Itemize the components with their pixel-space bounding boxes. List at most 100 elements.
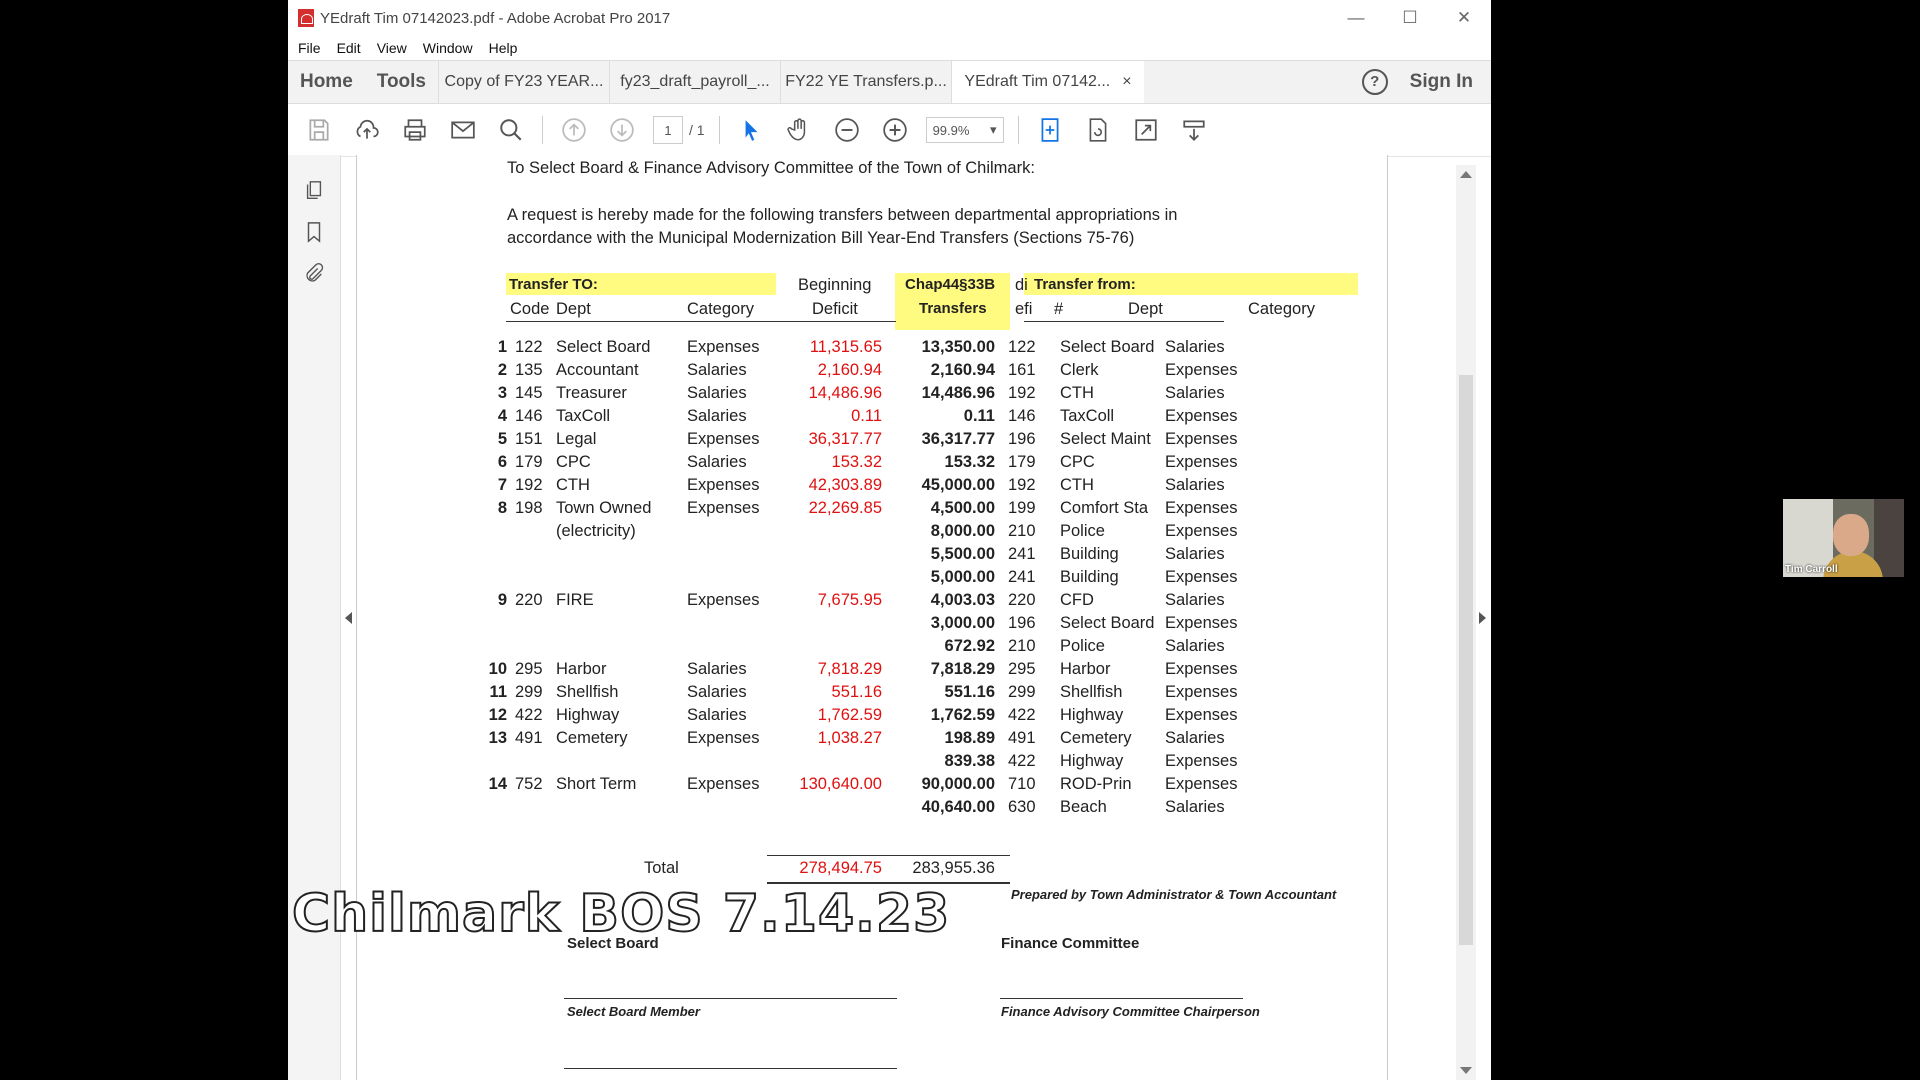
vertical-scrollbar[interactable] bbox=[1456, 165, 1476, 1080]
close-tab-icon[interactable]: × bbox=[1122, 61, 1131, 103]
row-from-category: Salaries bbox=[1165, 384, 1225, 402]
close-window-button[interactable]: ✕ bbox=[1437, 8, 1491, 28]
maximize-button[interactable]: ☐ bbox=[1383, 8, 1437, 28]
save-icon[interactable] bbox=[302, 113, 336, 147]
rotate-icon[interactable] bbox=[1081, 113, 1115, 147]
row-from-number: 179 bbox=[1008, 453, 1036, 471]
row-code: 299 bbox=[515, 683, 543, 701]
row-transfer: 551.16 bbox=[944, 683, 995, 701]
row-transfer: 4,500.00 bbox=[930, 499, 995, 517]
row-from-number: 210 bbox=[1008, 637, 1036, 655]
row-from-dept: CTH bbox=[1060, 384, 1094, 402]
header-code: Code bbox=[510, 300, 550, 318]
row-deficit: 0.11 bbox=[851, 407, 882, 425]
doc-tab[interactable]: fy23_draft_payroll_... bbox=[609, 61, 780, 103]
doc-tab[interactable]: Copy of FY23 YEAR... bbox=[438, 61, 609, 103]
scroll-up-icon[interactable] bbox=[1460, 171, 1472, 178]
row-from-category: Salaries bbox=[1165, 338, 1225, 356]
row-from-number: 210 bbox=[1008, 522, 1036, 540]
menu-help[interactable]: Help bbox=[489, 40, 518, 56]
read-mode-icon[interactable] bbox=[1177, 113, 1211, 147]
doc-tab-active[interactable]: YEdraft Tim 07142... × bbox=[951, 61, 1144, 103]
toolbar-separator bbox=[1017, 116, 1019, 144]
menu-window[interactable]: Window bbox=[423, 40, 473, 56]
row-number: 10 bbox=[488, 660, 507, 678]
tab-home[interactable]: Home bbox=[300, 71, 353, 93]
page-number-input[interactable] bbox=[653, 116, 683, 144]
window-title: YEdraft Tim 07142023.pdf - Adobe Acrobat… bbox=[320, 9, 671, 27]
header-transfer-to: Transfer TO: bbox=[509, 276, 598, 293]
fit-page-icon[interactable] bbox=[1033, 113, 1067, 147]
row-from-category: Expenses bbox=[1165, 706, 1238, 724]
header-chap: Chap44§33B bbox=[905, 276, 996, 293]
prev-page-icon[interactable] bbox=[557, 113, 591, 147]
doc-tab[interactable]: FY22 YE Transfers.p... bbox=[780, 61, 951, 103]
collapse-right-icon[interactable] bbox=[1479, 612, 1486, 624]
row-from-number: 146 bbox=[1008, 407, 1036, 425]
row-from-dept: TaxColl bbox=[1060, 407, 1115, 425]
signature-line bbox=[1000, 998, 1243, 999]
attachment-icon[interactable] bbox=[288, 253, 340, 295]
select-cursor-icon[interactable] bbox=[734, 113, 768, 147]
row-from-dept: Select Board bbox=[1060, 338, 1155, 356]
row-number: 8 bbox=[497, 499, 507, 517]
row-number: 3 bbox=[497, 384, 507, 402]
bookmark-icon[interactable] bbox=[288, 211, 340, 253]
row-from-category: Expenses bbox=[1165, 568, 1238, 586]
scroll-thumb[interactable] bbox=[1459, 375, 1473, 945]
scroll-down-icon[interactable] bbox=[1460, 1067, 1472, 1074]
row-from-category: Expenses bbox=[1165, 453, 1238, 471]
header-rule bbox=[1024, 321, 1224, 322]
row-from-category: Expenses bbox=[1165, 660, 1238, 678]
header-number: # bbox=[1054, 300, 1064, 318]
row-deficit: 22,269.85 bbox=[808, 499, 882, 517]
upload-icon[interactable] bbox=[350, 113, 384, 147]
row-from-number: 241 bbox=[1008, 568, 1036, 586]
row-transfer: 36,317.77 bbox=[921, 430, 995, 448]
row-from-category: Salaries bbox=[1165, 591, 1225, 609]
row-from-dept: Highway bbox=[1060, 752, 1124, 770]
menu-file[interactable]: File bbox=[298, 40, 321, 56]
row-from-category: Expenses bbox=[1165, 522, 1238, 540]
help-icon[interactable]: ? bbox=[1361, 69, 1388, 95]
finance-committee-heading: Finance Committee bbox=[1001, 935, 1140, 952]
sign-in-button[interactable]: Sign In bbox=[1410, 71, 1473, 93]
participant-name: Tim Carroll bbox=[1785, 564, 1838, 575]
row-from-number: 422 bbox=[1008, 752, 1036, 770]
next-page-icon[interactable] bbox=[605, 113, 639, 147]
row-category: Salaries bbox=[687, 407, 747, 425]
row-code: 151 bbox=[515, 430, 543, 448]
tab-tools[interactable]: Tools bbox=[377, 71, 426, 93]
header-category: Category bbox=[687, 300, 754, 318]
participant-video[interactable]: Tim Carroll bbox=[1783, 499, 1904, 577]
zoom-in-icon[interactable] bbox=[878, 113, 912, 147]
row-transfer: 90,000.00 bbox=[921, 775, 995, 793]
search-icon[interactable] bbox=[494, 113, 528, 147]
row-deficit: 1,762.59 bbox=[817, 706, 882, 724]
row-from-dept: CTH bbox=[1060, 476, 1094, 494]
select-board-member-label: Select Board Member bbox=[567, 1004, 700, 1019]
hand-icon[interactable] bbox=[782, 113, 816, 147]
row-number: 6 bbox=[497, 453, 507, 471]
collapse-left-icon[interactable] bbox=[345, 612, 352, 624]
row-number: 14 bbox=[488, 775, 507, 793]
zoom-out-icon[interactable] bbox=[830, 113, 864, 147]
menu-edit[interactable]: Edit bbox=[337, 40, 361, 56]
row-from-category: Expenses bbox=[1165, 614, 1238, 632]
row-deficit: 2,160.94 bbox=[817, 361, 882, 379]
page-thumbnails-icon[interactable] bbox=[288, 169, 340, 211]
participant-face bbox=[1833, 514, 1869, 556]
row-code: 122 bbox=[515, 338, 543, 356]
header-beginning: Beginning bbox=[798, 276, 872, 294]
row-dept: Harbor bbox=[556, 660, 607, 678]
row-category: Expenses bbox=[687, 499, 760, 517]
zoom-select[interactable]: 99.9% ▾ bbox=[925, 117, 1004, 143]
row-transfer: 7,818.29 bbox=[930, 660, 995, 678]
minimize-button[interactable]: — bbox=[1329, 8, 1383, 28]
email-icon[interactable] bbox=[446, 113, 480, 147]
print-icon[interactable] bbox=[398, 113, 432, 147]
fullscreen-icon[interactable] bbox=[1129, 113, 1163, 147]
menu-view[interactable]: View bbox=[377, 40, 407, 56]
row-category: Salaries bbox=[687, 453, 747, 471]
finance-chair-label: Finance Advisory Committee Chairperson bbox=[1001, 1004, 1260, 1019]
